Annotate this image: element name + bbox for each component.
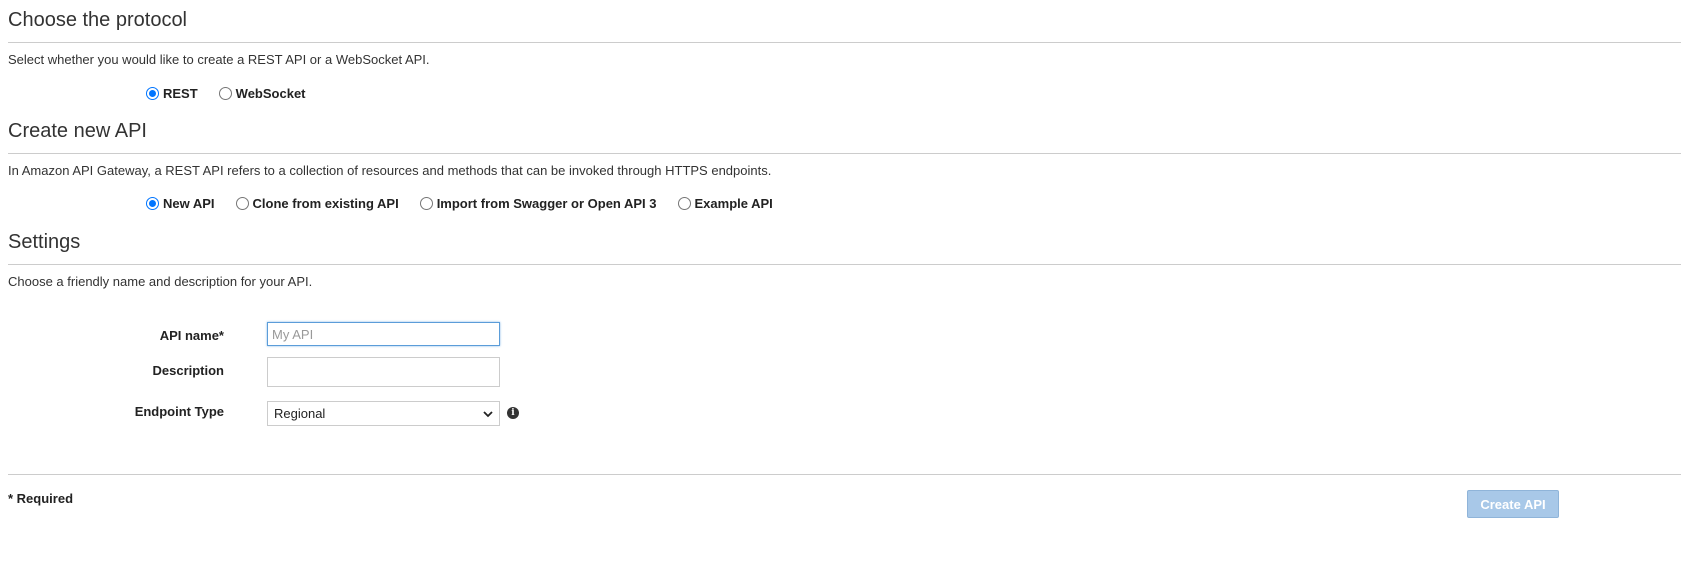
create-api-divider	[8, 153, 1681, 154]
settings-section-title: Settings	[8, 231, 81, 253]
api-name-label: API name*	[159, 328, 224, 343]
option-import-swagger[interactable]: Import from Swagger or Open API 3	[419, 196, 657, 211]
create-api-radio-group: New API Clone from existing API Import f…	[146, 196, 794, 211]
new-api-radio-label: New API	[163, 196, 215, 211]
protocol-option-rest[interactable]: REST	[146, 86, 198, 101]
required-note: * Required	[8, 491, 74, 506]
example-api-radio[interactable]	[677, 197, 691, 210]
settings-description: Choose a friendly name and description f…	[8, 274, 313, 289]
rest-radio[interactable]	[146, 87, 159, 100]
clone-api-radio[interactable]	[235, 197, 249, 210]
chevron-down-icon	[483, 411, 493, 418]
protocol-description: Select whether you would like to create …	[8, 52, 430, 67]
protocol-section-title: Choose the protocol	[8, 9, 188, 31]
example-api-radio-label: Example API	[694, 196, 773, 211]
info-icon[interactable]: i	[507, 407, 519, 419]
import-swagger-radio-label: Import from Swagger or Open API 3	[436, 196, 657, 211]
description-input[interactable]	[267, 357, 500, 387]
option-clone-api[interactable]: Clone from existing API	[235, 196, 399, 211]
create-api-page: Choose the protocol Select whether you w…	[0, 0, 1689, 569]
option-new-api[interactable]: New API	[146, 196, 215, 211]
create-api-section-title: Create new API	[8, 120, 147, 142]
websocket-radio[interactable]	[218, 87, 232, 100]
import-swagger-radio[interactable]	[419, 197, 433, 210]
description-label: Description	[152, 363, 224, 378]
endpoint-type-select[interactable]: Regional	[267, 401, 500, 426]
api-name-input[interactable]	[267, 322, 500, 346]
create-api-button[interactable]: Create API	[1467, 490, 1559, 518]
rest-radio-label: REST	[163, 86, 198, 101]
footer-divider	[8, 474, 1681, 475]
protocol-radio-group: REST WebSocket	[146, 86, 327, 101]
websocket-radio-label: WebSocket	[235, 86, 306, 101]
option-example-api[interactable]: Example API	[677, 196, 773, 211]
protocol-option-websocket[interactable]: WebSocket	[218, 86, 306, 101]
clone-api-radio-label: Clone from existing API	[252, 196, 399, 211]
protocol-divider	[8, 42, 1681, 43]
settings-divider	[8, 264, 1681, 265]
endpoint-type-label: Endpoint Type	[134, 404, 224, 419]
endpoint-type-selected-value: Regional	[274, 406, 326, 421]
create-api-description: In Amazon API Gateway, a REST API refers…	[8, 163, 772, 178]
new-api-radio[interactable]	[146, 197, 159, 210]
